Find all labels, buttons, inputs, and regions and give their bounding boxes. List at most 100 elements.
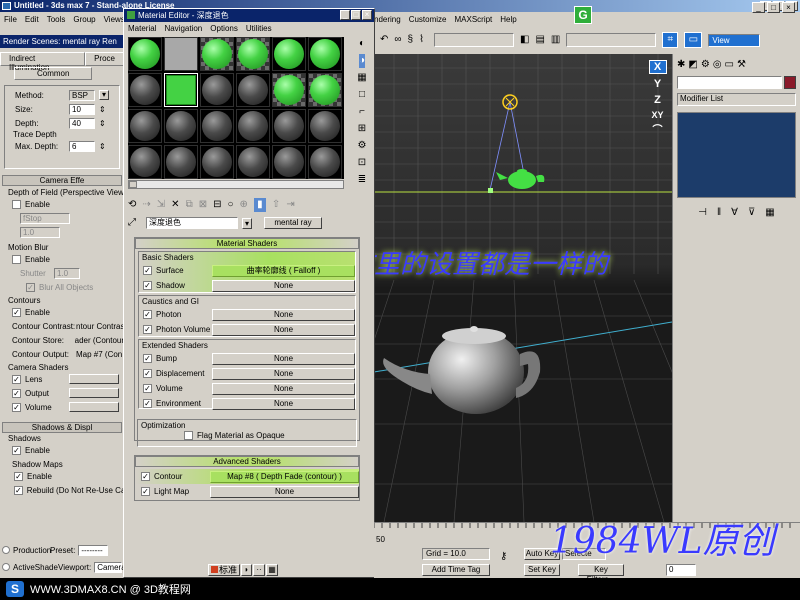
sample-slot-15[interactable] — [200, 109, 234, 143]
sample-slot-19[interactable] — [128, 145, 162, 179]
put-library-icon[interactable]: ⊟ — [213, 198, 221, 212]
moon-button[interactable]: ◗ — [241, 563, 253, 576]
add-time-tag-button[interactable]: Add Time Tag — [422, 564, 490, 576]
camera-effects-rollout[interactable]: Camera Effe — [2, 175, 122, 186]
preset-select[interactable]: -------- — [78, 544, 109, 556]
shadow-maps-enable-checkbox[interactable]: ✓ — [14, 471, 23, 481]
production-radio[interactable] — [2, 546, 10, 554]
advanced-shaders-title[interactable]: Advanced Shaders — [135, 456, 359, 467]
photon-checkbox[interactable]: ✓ — [143, 310, 152, 319]
sample-slot-11[interactable] — [272, 73, 306, 107]
axis-y-button[interactable]: Y — [654, 78, 661, 90]
material-effects-icon[interactable]: ○ — [227, 198, 233, 212]
view-render-icon[interactable]: ▭ — [684, 32, 703, 48]
link-icon[interactable]: ∞ — [394, 33, 401, 47]
sample-slot-20[interactable] — [164, 145, 198, 179]
menu-group[interactable]: Group — [73, 15, 95, 24]
volume-shader-button[interactable]: None — [212, 382, 355, 395]
tab-indirect-illumination[interactable]: Indirect Illumination — [0, 52, 86, 72]
lens-checkbox[interactable]: ✓ — [12, 374, 21, 384]
sample-type-icon[interactable]: ◐ — [359, 37, 365, 51]
contour-store-button[interactable]: ader (Contour — [75, 336, 124, 345]
bump-button[interactable]: None — [212, 352, 355, 365]
put-to-scene-icon[interactable]: ⇢ — [142, 198, 150, 212]
size-field[interactable]: 10 — [69, 103, 95, 115]
volume-checkbox[interactable]: ✓ — [12, 402, 21, 412]
go-sibling-icon[interactable]: ⇥ — [286, 198, 294, 212]
material-navigator-icon[interactable]: ≣ — [358, 173, 366, 187]
show-end-icon[interactable]: ▮ — [253, 198, 266, 212]
surface-button[interactable]: 曲率轮廓线 ( Falloff ) — [212, 264, 355, 277]
menu-file[interactable]: File — [4, 15, 17, 24]
dof-enable-checkbox[interactable] — [12, 199, 21, 209]
app-max-button[interactable]: □ — [767, 2, 780, 13]
pin-stack-icon[interactable]: ⊣ — [698, 206, 707, 220]
sample-slot-16[interactable] — [236, 109, 270, 143]
photon-button[interactable]: None — [212, 308, 355, 321]
contour-button[interactable]: Map #8 ( Depth Fade (contour) ) — [210, 470, 359, 483]
photon-volume-button[interactable]: None — [212, 323, 355, 336]
displacement-button[interactable]: None — [212, 367, 355, 380]
sample-scrollbar[interactable] — [128, 180, 344, 189]
set-key-button[interactable]: Set Key — [524, 564, 560, 576]
bump-checkbox[interactable]: ✓ — [143, 354, 152, 363]
sample-slot-2[interactable] — [164, 37, 198, 71]
utilities-tab-icon[interactable]: ⚒ — [737, 58, 746, 72]
modifier-stack[interactable] — [677, 112, 796, 198]
background-icon[interactable]: ▦ — [357, 71, 366, 85]
tab-processing[interactable]: Proce — [85, 52, 124, 66]
sample-slot-14[interactable] — [164, 109, 198, 143]
flag-opaque-checkbox[interactable] — [184, 431, 193, 440]
mat-max-button[interactable]: □ — [351, 10, 361, 20]
show-map-icon[interactable]: ⊕ — [240, 198, 248, 212]
sample-slot-1[interactable] — [128, 37, 162, 71]
go-parent-icon[interactable]: ⇧ — [272, 198, 280, 212]
sample-slot-12[interactable] — [308, 73, 342, 107]
unlink-icon[interactable]: § — [408, 33, 414, 47]
axis-x-button[interactable]: X — [648, 60, 667, 74]
sample-slot-13[interactable] — [128, 109, 162, 143]
render-scene-icon[interactable]: ▤ — [535, 33, 544, 47]
lens-button[interactable] — [69, 374, 119, 384]
frame-field[interactable]: 0 — [666, 564, 696, 576]
modifier-list-dropdown[interactable]: Modifier List — [677, 93, 796, 106]
undo-tool-icon[interactable]: ↶ — [380, 33, 388, 47]
mat-menu-utilities[interactable]: Utilities — [246, 24, 272, 33]
grid-button[interactable]: ▦ — [266, 563, 279, 576]
sample-slot-7[interactable] — [128, 73, 162, 107]
app-close-button[interactable]: × — [782, 2, 795, 13]
sample-slot-24[interactable] — [308, 145, 342, 179]
method-select[interactable]: BSP — [69, 89, 95, 101]
material-name-dropdown[interactable]: ▾ — [242, 217, 252, 229]
material-editor-icon[interactable]: ◧ — [520, 33, 529, 47]
make-unique-icon[interactable]: ∀ — [731, 206, 738, 220]
max-depth-field[interactable]: 6 — [69, 140, 95, 152]
menu-customize[interactable]: Customize — [409, 15, 447, 24]
sample-slot-9[interactable] — [200, 73, 234, 107]
mat-close-button[interactable]: × — [362, 10, 372, 20]
sample-slot-22[interactable] — [236, 145, 270, 179]
tab-common[interactable]: Common — [14, 67, 93, 80]
motion-tab-icon[interactable]: ◎ — [713, 58, 722, 72]
reset-map-icon[interactable]: ✕ — [171, 198, 179, 212]
environment-checkbox[interactable]: ✓ — [143, 399, 152, 408]
configure-sets-icon[interactable]: ▦ — [765, 206, 774, 220]
render-type-dropdown[interactable] — [566, 33, 657, 47]
display-tab-icon[interactable]: ▭ — [725, 58, 734, 72]
size-spinner[interactable]: ⇕ — [99, 105, 106, 114]
sample-slot-23[interactable] — [272, 145, 306, 179]
rebuild-checkbox[interactable]: ✓ — [14, 485, 23, 495]
sample-slot-3[interactable] — [200, 37, 234, 71]
depth-spinner[interactable]: ⇕ — [99, 119, 106, 128]
assign-material-icon[interactable]: ⇲ — [157, 198, 165, 212]
axis-xy-button[interactable]: XY — [651, 110, 663, 120]
sample-slot-21[interactable] — [200, 145, 234, 179]
menu-help[interactable]: Help — [500, 15, 516, 24]
make-unique-mat-icon[interactable]: ⊠ — [199, 198, 207, 212]
app-min-button[interactable]: _ — [752, 2, 765, 13]
sample-slot-6[interactable] — [308, 37, 342, 71]
copy-material-icon[interactable]: ⧉ — [186, 198, 193, 212]
bind-icon[interactable]: ⌇ — [419, 33, 424, 47]
depth-field[interactable]: 40 — [69, 117, 95, 129]
menu-edit[interactable]: Edit — [25, 15, 39, 24]
